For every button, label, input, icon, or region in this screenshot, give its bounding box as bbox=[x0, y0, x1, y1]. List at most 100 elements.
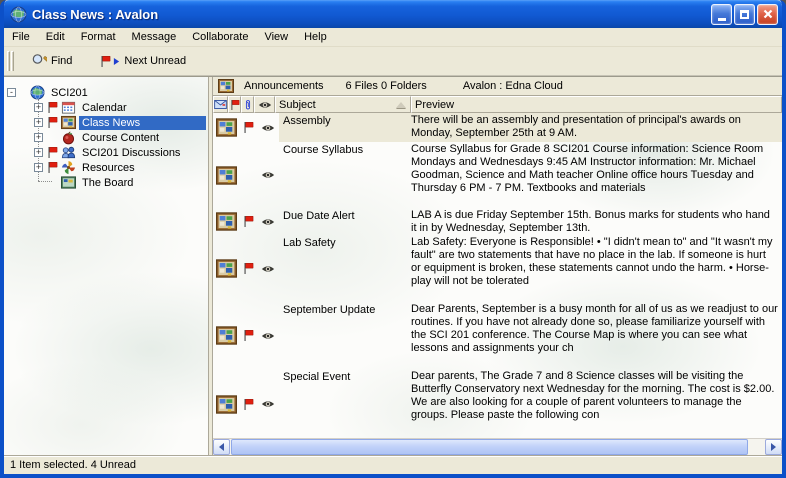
column-preview[interactable]: Preview bbox=[411, 96, 782, 113]
globe-icon bbox=[30, 85, 45, 100]
next-unread-button[interactable]: Next Unread bbox=[95, 52, 191, 71]
eye-icon bbox=[258, 101, 272, 109]
status-text: 1 Item selected. 4 Unread bbox=[10, 459, 136, 471]
maximize-button[interactable] bbox=[734, 4, 755, 25]
bulletin-item-icon bbox=[216, 258, 237, 279]
menu-edit[interactable]: Edit bbox=[38, 29, 73, 46]
expand-toggle[interactable]: + bbox=[34, 133, 43, 142]
expand-toggle[interactable]: + bbox=[34, 118, 43, 127]
column-viewed[interactable] bbox=[254, 96, 275, 113]
arrow-right-icon bbox=[113, 57, 120, 66]
envelope-icon bbox=[214, 100, 227, 109]
list-header: Announcements 6 Files 0 Folders Avalon :… bbox=[213, 77, 782, 96]
bulletin-item-icon bbox=[216, 165, 237, 186]
unread-flag-icon bbox=[243, 121, 254, 134]
message-preview: Lab Safety: Everyone is Responsible! • "… bbox=[409, 235, 782, 302]
apple-icon bbox=[61, 130, 76, 145]
menu-format[interactable]: Format bbox=[73, 29, 124, 46]
viewed-eye-icon bbox=[261, 218, 275, 226]
main-area: - SCI201 + Calendar + Class News + C bbox=[4, 76, 782, 455]
close-button[interactable] bbox=[757, 4, 778, 25]
tree-item-class-news[interactable]: + Class News bbox=[4, 115, 208, 130]
viewed-eye-icon bbox=[261, 332, 275, 340]
toolbar-gripper[interactable] bbox=[11, 51, 14, 71]
unread-flag-icon bbox=[243, 398, 254, 411]
message-preview: Dear Parents, September is a busy month … bbox=[409, 302, 782, 369]
preview-column-label: Preview bbox=[415, 99, 454, 111]
scroll-right-icon bbox=[771, 443, 776, 451]
expand-toggle[interactable]: + bbox=[34, 103, 43, 112]
flag-placeholder bbox=[47, 176, 58, 189]
tree-item-calendar[interactable]: + Calendar bbox=[4, 100, 208, 115]
paperclip-icon bbox=[244, 99, 252, 111]
resources-icon bbox=[61, 160, 76, 175]
tree-item-label: The Board bbox=[79, 176, 136, 190]
status-bar: 1 Item selected. 4 Unread bbox=[4, 455, 782, 474]
expand-toggle[interactable]: + bbox=[34, 148, 43, 157]
viewed-eye-icon bbox=[261, 265, 275, 273]
tree-item-sci201-discussions[interactable]: + SCI201 Discussions bbox=[4, 145, 208, 160]
calendar-icon bbox=[61, 100, 76, 115]
viewed-eye-icon bbox=[261, 124, 275, 132]
column-attachment[interactable] bbox=[241, 96, 254, 113]
bulletin-item-icon bbox=[216, 394, 237, 415]
files-folders-count: 6 Files 0 Folders bbox=[346, 80, 427, 92]
message-preview: LAB A is due Friday September 15th. Bonu… bbox=[409, 208, 782, 235]
horizontal-scrollbar[interactable] bbox=[213, 438, 782, 455]
sort-ascending-icon bbox=[396, 102, 406, 108]
scroll-left-button[interactable] bbox=[213, 439, 230, 455]
message-rows: Assembly There will be an assembly and p… bbox=[213, 113, 782, 438]
next-unread-label: Next Unread bbox=[124, 55, 186, 67]
column-message-type[interactable] bbox=[213, 96, 228, 113]
viewed-eye-icon bbox=[261, 171, 275, 179]
message-row-lab-safety[interactable]: Lab Safety Lab Safety: Everyone is Respo… bbox=[213, 235, 782, 302]
search-icon bbox=[31, 53, 47, 69]
message-row-september-update[interactable]: September Update Dear Parents, September… bbox=[213, 302, 782, 369]
message-subject: Lab Safety bbox=[279, 235, 409, 302]
tree-item-label: SCI201 Discussions bbox=[79, 146, 183, 160]
menu-file[interactable]: File bbox=[4, 29, 38, 46]
message-preview: Dear parents, The Grade 7 and 8 Science … bbox=[409, 369, 782, 438]
discussions-icon bbox=[61, 145, 76, 160]
tree-item-label: Calendar bbox=[79, 101, 130, 115]
menu-help[interactable]: Help bbox=[296, 29, 335, 46]
collapse-toggle[interactable]: - bbox=[7, 88, 16, 97]
message-subject: Due Date Alert bbox=[279, 208, 409, 235]
expand-toggle[interactable]: + bbox=[34, 163, 43, 172]
unread-flag-icon bbox=[243, 329, 254, 342]
message-preview: There will be an assembly and presentati… bbox=[409, 113, 782, 142]
flag-icon bbox=[100, 55, 111, 68]
viewed-eye-icon bbox=[261, 400, 275, 408]
toolbar-gripper[interactable] bbox=[7, 51, 10, 71]
menu-view[interactable]: View bbox=[256, 29, 296, 46]
tree-item-label: Resources bbox=[79, 161, 138, 175]
server-user-context: Avalon : Edna Cloud bbox=[463, 80, 563, 92]
flag-icon bbox=[230, 99, 240, 111]
tree-item-sci201[interactable]: - SCI201 bbox=[4, 85, 208, 100]
scrollbar-track[interactable] bbox=[230, 439, 765, 455]
message-row-special-event[interactable]: Special Event Dear parents, The Grade 7 … bbox=[213, 369, 782, 438]
menu-collaborate[interactable]: Collaborate bbox=[184, 29, 256, 46]
menu-message[interactable]: Message bbox=[124, 29, 185, 46]
message-row-assembly[interactable]: Assembly There will be an assembly and p… bbox=[213, 113, 782, 142]
find-button[interactable]: Find bbox=[26, 50, 77, 72]
tree-item-label: Class News bbox=[79, 116, 206, 130]
scroll-right-button[interactable] bbox=[765, 439, 782, 455]
column-subject[interactable]: Subject bbox=[275, 96, 411, 113]
column-header-row: Subject Preview bbox=[213, 96, 782, 113]
message-row-course-syllabus[interactable]: Course Syllabus Course Syllabus for Grad… bbox=[213, 142, 782, 208]
tree-item-label: Course Content bbox=[79, 131, 162, 145]
tree-item-the-board[interactable]: The Board bbox=[4, 175, 208, 190]
message-row-due-date-alert[interactable]: Due Date Alert LAB A is due Friday Septe… bbox=[213, 208, 782, 235]
toolbar: Find Next Unread bbox=[4, 47, 782, 76]
message-subject: Course Syllabus bbox=[279, 142, 409, 208]
scrollbar-thumb[interactable] bbox=[231, 439, 748, 455]
app-globe-icon bbox=[10, 6, 27, 23]
minimize-button[interactable] bbox=[711, 4, 732, 25]
tree-item-resources[interactable]: + Resources bbox=[4, 160, 208, 175]
unread-flag-icon bbox=[243, 215, 254, 228]
column-flag[interactable] bbox=[228, 96, 241, 113]
tree-item-course-content[interactable]: + Course Content bbox=[4, 130, 208, 145]
menu-bar: File Edit Format Message Collaborate Vie… bbox=[4, 28, 782, 47]
title-bar[interactable]: Class News : Avalon bbox=[4, 0, 782, 28]
